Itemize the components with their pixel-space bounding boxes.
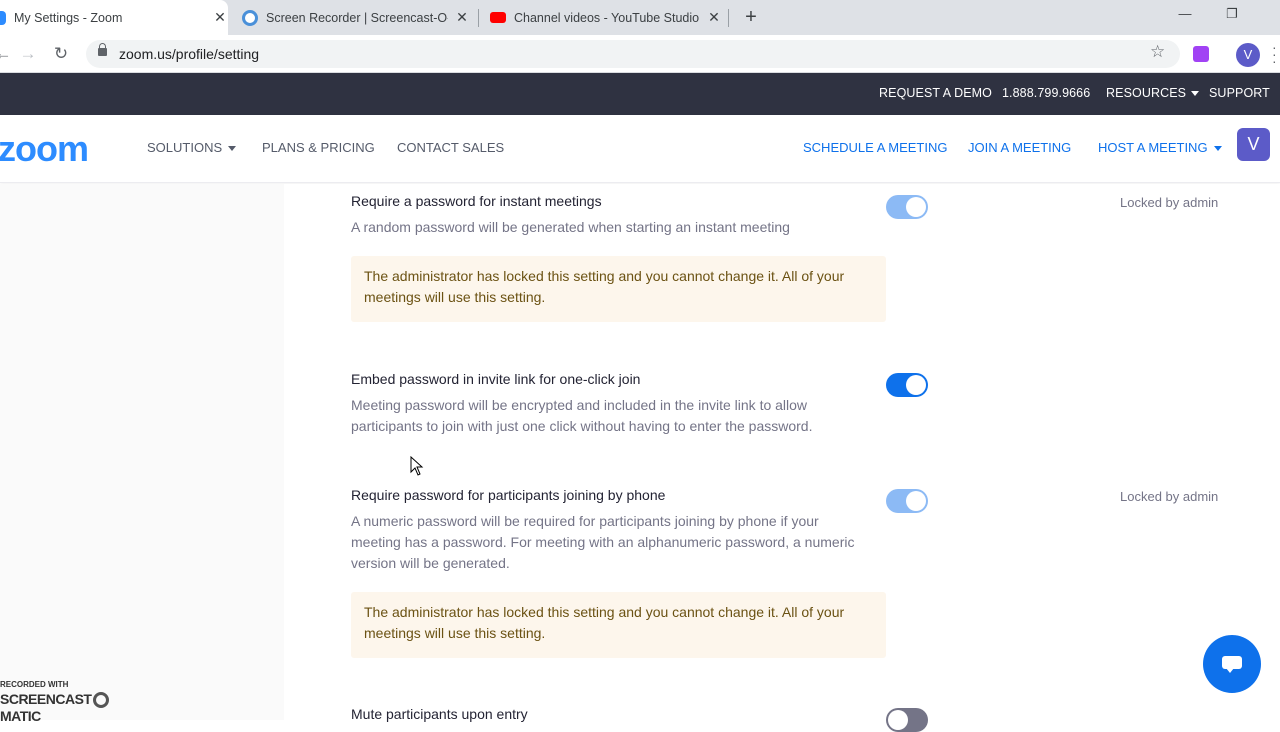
tab-youtube-studio[interactable]: Channel videos - YouTube Studio ✕ — [490, 0, 722, 35]
toggle-knob — [888, 710, 908, 730]
extension-icon[interactable] — [1193, 46, 1209, 62]
chevron-down-icon — [228, 146, 237, 152]
close-icon[interactable]: ✕ — [212, 9, 228, 26]
embed-password-toggle[interactable] — [886, 373, 928, 397]
reload-icon[interactable]: ↻ — [50, 43, 72, 65]
admin-locked-notice: The administrator has locked this settin… — [351, 592, 886, 658]
star-icon[interactable]: ☆ — [1150, 42, 1165, 62]
chevron-down-icon — [1191, 91, 1200, 97]
watermark-left-text: SCREENCAST — [0, 691, 92, 707]
minimize-icon[interactable]: — — [1175, 6, 1195, 21]
restore-icon[interactable]: ❐ — [1222, 6, 1242, 22]
contact-sales-link[interactable]: CONTACT SALES — [397, 140, 504, 155]
zoom-main-nav: zoom SOLUTIONS PLANS & PRICING CONTACT S… — [0, 115, 1280, 183]
tab-divider — [728, 9, 729, 27]
address-bar[interactable]: zoom.us/profile/setting — [86, 40, 1180, 68]
setting-description: Meeting password will be encrypted and i… — [351, 397, 813, 434]
admin-locked-notice: The administrator has locked this settin… — [351, 256, 886, 322]
screencast-favicon-icon — [242, 9, 258, 26]
setting-title: Embed password in invite link for one-cl… — [351, 371, 641, 387]
host-meeting-menu[interactable]: HOST A MEETING — [1098, 140, 1222, 155]
setting-title: Require a password for instant meetings — [351, 193, 602, 209]
screencast-logo-icon — [93, 692, 110, 709]
tab-my-settings-zoom[interactable]: My Settings - Zoom ✕ — [0, 0, 228, 35]
phone-password-toggle[interactable] — [886, 489, 928, 513]
close-icon[interactable]: ✕ — [706, 9, 722, 26]
resources-menu[interactable]: RESOURCES — [1106, 86, 1200, 100]
tab-title: My Settings - Zoom — [14, 10, 123, 25]
tab-title: Screen Recorder | Screencast-O-M — [266, 10, 448, 25]
solutions-menu[interactable]: SOLUTIONS — [147, 140, 237, 155]
schedule-meeting-link[interactable]: SCHEDULE A MEETING — [803, 140, 947, 155]
zoom-favicon-icon — [0, 10, 6, 25]
request-demo-link[interactable]: REQUEST A DEMO — [879, 86, 992, 100]
phone-link[interactable]: 1.888.799.9666 — [1002, 86, 1090, 100]
toggle-knob — [906, 197, 926, 217]
forward-arrow-icon[interactable]: → — [17, 43, 39, 65]
mute-on-entry-toggle[interactable] — [886, 708, 928, 732]
locked-by-admin-label: Locked by admin — [1120, 195, 1219, 210]
setting-description: A numeric password will be required for … — [351, 513, 855, 571]
lock-icon — [98, 43, 107, 56]
chat-support-button[interactable] — [1203, 635, 1261, 693]
tab-screen-recorder[interactable]: Screen Recorder | Screencast-O-M ✕ — [242, 0, 470, 35]
watermark-small-text: RECORDED WITH — [0, 680, 69, 689]
tab-title: Channel videos - YouTube Studio — [514, 10, 700, 25]
host-meeting-label: HOST A MEETING — [1098, 140, 1208, 155]
tab-divider — [478, 9, 479, 27]
notice-text: The administrator has locked this settin… — [364, 268, 845, 305]
toggle-knob — [906, 375, 926, 395]
chevron-down-icon — [1213, 146, 1222, 152]
plans-pricing-link[interactable]: PLANS & PRICING — [262, 140, 375, 155]
toggle-knob — [906, 491, 926, 511]
youtube-favicon-icon — [490, 12, 506, 23]
join-meeting-link[interactable]: JOIN A MEETING — [968, 140, 1071, 155]
user-avatar[interactable]: V — [1237, 128, 1270, 161]
watermark-right-text: MATIC — [0, 708, 41, 725]
browser-tab-strip: My Settings - Zoom ✕ Screen Recorder | S… — [0, 0, 1280, 35]
url-text[interactable]: zoom.us/profile/setting — [119, 46, 259, 62]
locked-by-admin-label: Locked by admin — [1120, 489, 1219, 504]
setting-title: Require password for participants joinin… — [351, 487, 666, 503]
instant-meeting-password-toggle[interactable] — [886, 195, 928, 219]
browser-toolbar: ← → ↻ zoom.us/profile/setting — [0, 35, 1280, 73]
browser-profile-avatar[interactable]: V — [1236, 43, 1260, 67]
chat-bubble-icon — [1222, 656, 1242, 673]
back-arrow-icon[interactable]: ← — [0, 43, 14, 65]
setting-description: A random password will be generated when… — [351, 219, 790, 235]
plus-icon[interactable]: + — [740, 6, 762, 28]
resources-label: RESOURCES — [1106, 86, 1187, 100]
zoom-top-bar: REQUEST A DEMO 1.888.799.9666 RESOURCES … — [0, 73, 1280, 115]
more-menu-icon[interactable]: · · · — [1272, 40, 1277, 68]
support-link[interactable]: SUPPORT — [1209, 86, 1270, 100]
watermark-logo: SCREENCASTMATIC — [0, 691, 145, 724]
zoom-logo[interactable]: zoom — [0, 128, 89, 170]
settings-sidebar — [0, 184, 284, 720]
solutions-label: SOLUTIONS — [147, 140, 223, 155]
close-icon[interactable]: ✕ — [454, 9, 470, 26]
notice-text: The administrator has locked this settin… — [364, 604, 845, 641]
screencast-watermark: RECORDED WITH SCREENCASTMATIC — [0, 680, 145, 724]
